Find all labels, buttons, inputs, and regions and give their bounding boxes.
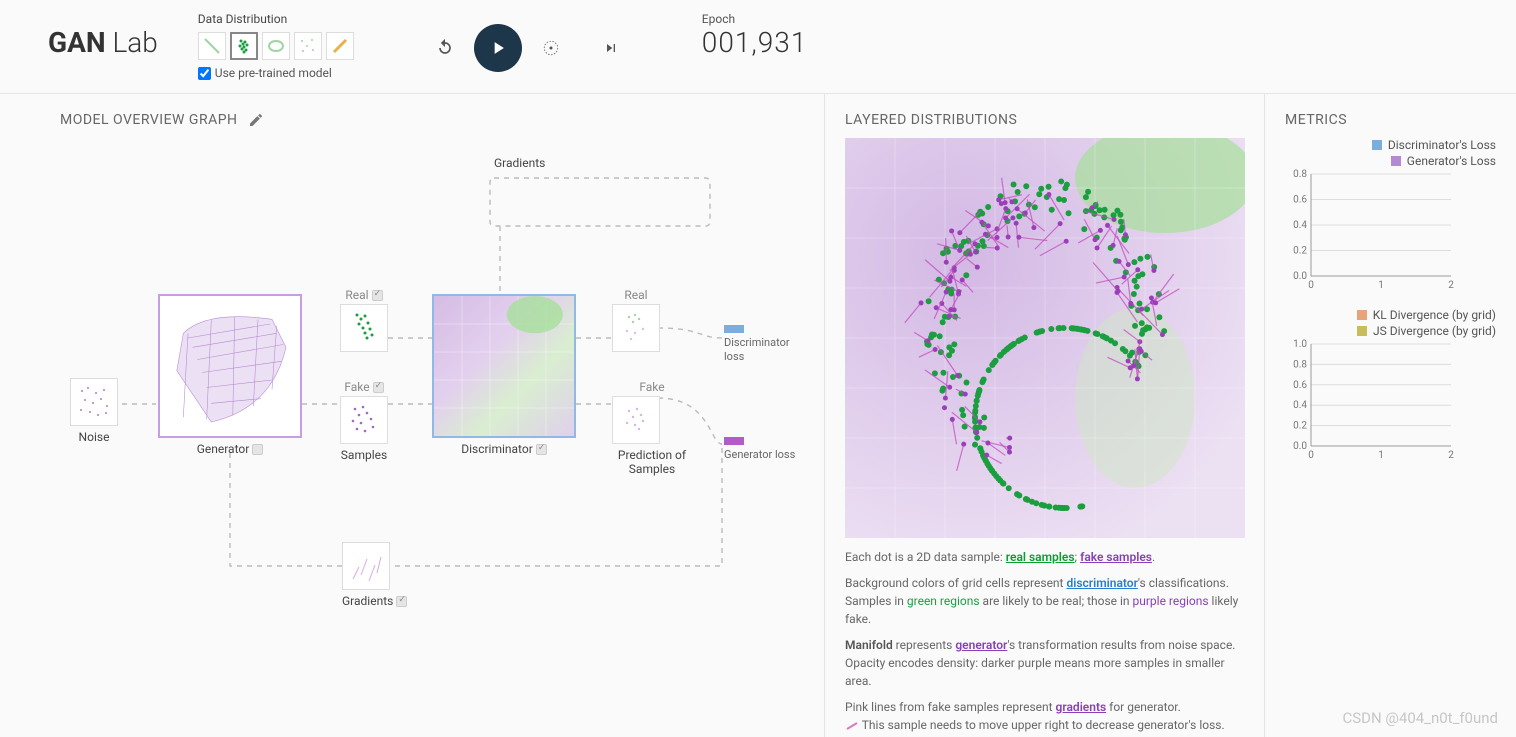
metric-legend-disc: Discriminator's Loss <box>1388 138 1496 152</box>
layered-title: LAYERED DISTRIBUTIONS <box>845 112 1244 128</box>
svg-text:0.8: 0.8 <box>1293 359 1307 370</box>
svg-text:0.2: 0.2 <box>1293 421 1307 432</box>
discriminator-loss-label: Discriminator loss <box>724 322 804 365</box>
metrics-title: METRICS <box>1285 112 1496 128</box>
svg-text:1: 1 <box>1378 280 1384 291</box>
svg-text:0.0: 0.0 <box>1293 271 1307 282</box>
distribution-line[interactable] <box>198 32 226 60</box>
real-toggle[interactable] <box>372 290 383 301</box>
metric-legend-gen: Generator's Loss <box>1407 154 1496 168</box>
loss-chart: 0.0 0.2 0.4 0.6 0.8 0 1 2 <box>1285 170 1455 290</box>
gradients-bottom-node: Gradients <box>342 542 407 608</box>
distribution-scatter[interactable] <box>294 32 322 60</box>
discriminator-node[interactable]: Discriminator <box>432 294 576 456</box>
generator-link[interactable]: generator <box>955 638 1007 652</box>
fake-toggle[interactable] <box>373 382 384 393</box>
gradients-toggle[interactable] <box>396 596 407 607</box>
distribution-ring[interactable] <box>262 32 290 60</box>
distribution-diagonal[interactable] <box>326 32 354 60</box>
real-samples-link[interactable]: real samples <box>1006 550 1075 564</box>
edit-icon[interactable] <box>248 112 264 128</box>
data-distribution-section: Data Distribution Use pre-trained model <box>198 12 354 80</box>
generator-toggle[interactable] <box>252 444 263 455</box>
svg-text:1: 1 <box>1378 450 1384 461</box>
step-button[interactable] <box>600 37 622 59</box>
generator-node[interactable]: Generator <box>158 294 302 456</box>
gradients-link[interactable]: gradients <box>1056 700 1107 714</box>
model-overview-panel: MODEL OVERVIEW GRAPH <box>0 94 825 737</box>
app-logo: GAN Lab <box>48 12 158 59</box>
playback-controls <box>434 12 622 72</box>
real-samples-node: Real <box>340 288 388 356</box>
fake-samples-node: Fake Samples <box>340 380 388 462</box>
distribution-cluster[interactable] <box>230 32 258 60</box>
svg-text:0.8: 0.8 <box>1293 169 1307 180</box>
epoch-counter: Epoch 001,931 <box>702 12 808 59</box>
watermark: CSDN @404_n0t_f0und <box>1342 709 1498 727</box>
discriminator-link[interactable]: discriminator <box>1066 576 1137 590</box>
fake-samples-link[interactable]: fake samples <box>1080 550 1152 564</box>
svg-text:2: 2 <box>1448 450 1454 461</box>
svg-text:0.4: 0.4 <box>1293 400 1307 411</box>
model-overview-title: MODEL OVERVIEW GRAPH <box>60 112 800 128</box>
pretrained-checkbox-row[interactable]: Use pre-trained model <box>198 66 354 80</box>
discriminator-toggle[interactable] <box>536 444 547 455</box>
svg-text:0.0: 0.0 <box>1293 441 1307 452</box>
data-distribution-label: Data Distribution <box>198 12 354 26</box>
header-bar: GAN Lab Data Distribution Use pre-traine… <box>0 0 1516 94</box>
epoch-value: 001,931 <box>702 26 808 59</box>
noise-node: Noise <box>70 378 118 444</box>
svg-text:0: 0 <box>1308 280 1314 291</box>
svg-text:1.0: 1.0 <box>1293 339 1307 350</box>
play-button[interactable] <box>474 24 522 72</box>
svg-text:0.2: 0.2 <box>1293 246 1307 257</box>
epoch-label: Epoch <box>702 12 808 26</box>
svg-text:0.4: 0.4 <box>1293 220 1307 231</box>
reset-button[interactable] <box>434 37 456 59</box>
svg-text:0.6: 0.6 <box>1293 195 1307 206</box>
divergence-chart: 0.0 0.2 0.4 0.6 0.8 1.0 0 1 2 <box>1285 340 1455 460</box>
metrics-panel: METRICS Discriminator's Loss Generator's… <box>1265 94 1516 737</box>
layered-canvas <box>845 138 1245 538</box>
distribution-row <box>198 32 354 60</box>
prediction-real-node: Real <box>612 288 660 356</box>
svg-text:0.6: 0.6 <box>1293 380 1307 391</box>
layered-legend: Each dot is a 2D data sample: real sampl… <box>845 548 1244 734</box>
graph-area: Gradients Noise Generator Real Fake Samp… <box>60 138 800 618</box>
gradients-top-label: Gradients <box>494 156 545 170</box>
svg-text:0: 0 <box>1308 450 1314 461</box>
slow-button[interactable] <box>540 37 562 59</box>
layered-distributions-panel: LAYERED DISTRIBUTIONS Each dot is a 2D d… <box>825 94 1265 737</box>
pretrained-checkbox[interactable] <box>198 67 211 80</box>
generator-loss-label: Generator loss <box>724 434 804 462</box>
svg-text:2: 2 <box>1448 280 1454 291</box>
metric-legend-kl: KL Divergence (by grid) <box>1373 308 1496 322</box>
metric-legend-js: JS Divergence (by grid) <box>1373 324 1496 338</box>
prediction-fake-node: Fake Prediction of Samples <box>612 380 692 476</box>
